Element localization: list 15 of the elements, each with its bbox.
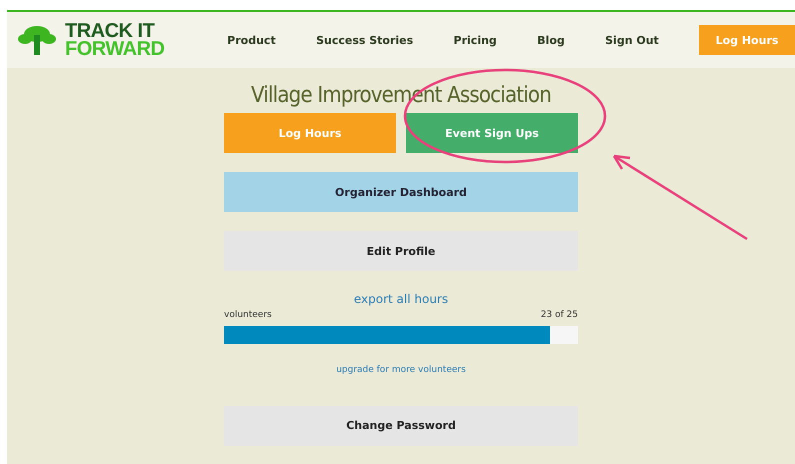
logo-text: TRACK IT <box>65 22 155 40</box>
nav-link[interactable]: Blog <box>537 34 565 46</box>
logo-text: FORWARD <box>65 40 164 58</box>
nav-link[interactable]: Pricing <box>454 34 497 46</box>
nav-link[interactable]: Product <box>227 34 276 46</box>
upgrade-link[interactable]: upgrade for more volunteers <box>336 364 466 374</box>
nav-link[interactable]: Sign Out <box>605 34 659 46</box>
tree-icon <box>17 23 57 57</box>
dashboard-button[interactable]: Organizer Dashboard <box>224 172 578 212</box>
edit-profile-button[interactable]: Edit Profile <box>224 231 578 271</box>
change-password-button[interactable]: Change Password <box>224 406 578 446</box>
volunteers-label: volunteers <box>224 309 272 322</box>
export-link[interactable]: export all hours <box>354 292 448 306</box>
volunteers-count: 23 of 25 <box>540 309 578 322</box>
nav-link[interactable]: Success Stories <box>316 34 414 46</box>
